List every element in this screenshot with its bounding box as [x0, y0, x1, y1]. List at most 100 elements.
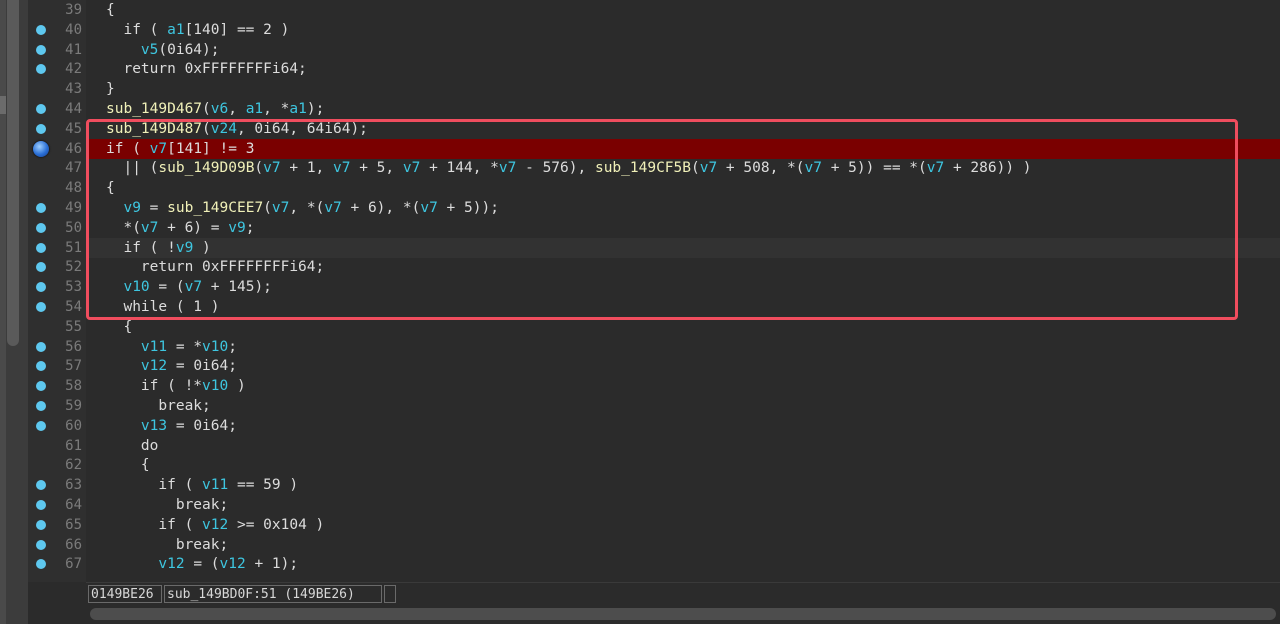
code-line[interactable]: sub_149D467(v6, a1, *a1);: [86, 99, 1280, 119]
code-variable: v7: [498, 160, 517, 177]
code-line[interactable]: do: [86, 436, 1280, 456]
horizontal-scroll-thumb[interactable]: [90, 608, 1276, 620]
code-text: + 144, *: [420, 160, 499, 177]
code-text: + 6) =: [158, 219, 229, 236]
code-line[interactable]: return 0xFFFFFFFFi64;: [86, 257, 1280, 277]
code-line[interactable]: v13 = 0i64;: [86, 416, 1280, 436]
code-text: = 0i64;: [167, 417, 237, 434]
code-line[interactable]: *(v7 + 6) = v9;: [86, 218, 1280, 238]
code-line-highlighted[interactable]: if ( v7[141] != 3: [86, 138, 1280, 159]
code-text: + 1);: [245, 556, 299, 573]
code-text: + 508, *(: [717, 160, 805, 177]
breakpoint-dot-icon[interactable]: [36, 242, 46, 253]
code-text: *(: [106, 219, 141, 236]
code-text: ): [193, 239, 211, 256]
code-text: || (: [106, 160, 159, 177]
code-variable: v10: [123, 279, 150, 296]
code-line[interactable]: if ( v12 >= 0x104 ): [86, 515, 1280, 535]
code-variable: v10: [202, 378, 229, 395]
breakpoint-dot-icon[interactable]: [36, 222, 46, 233]
line-number-gutter[interactable]: 39 40 41 42 43 44 45 46 47 48 49 50 51 52 53 54 55 56 57 58…: [28, 0, 86, 582]
code-line[interactable]: if ( v11 == 59 ): [86, 475, 1280, 495]
breakpoint-dot-icon[interactable]: [36, 104, 46, 114]
breakpoint-dot-icon[interactable]: [36, 539, 46, 550]
status-address: 0149BE26: [88, 585, 162, 603]
code-line[interactable]: {: [86, 455, 1280, 475]
code-line[interactable]: }: [86, 79, 1280, 99]
breakpoint-dot-icon[interactable]: [36, 519, 46, 530]
code-variable: v11: [140, 338, 168, 355]
code-variable: a1: [245, 101, 264, 117]
code-line[interactable]: {: [86, 178, 1280, 198]
code-line[interactable]: {: [86, 0, 1280, 20]
code-text: + 6), *(: [341, 200, 421, 216]
breakpoint-dot-icon[interactable]: [36, 44, 46, 55]
code-variable: a1: [167, 21, 185, 38]
status-bar: 0149BE26 sub_149BD0F:51 (149BE26): [86, 582, 1280, 605]
code-line[interactable]: || (sub_149D09B(v7 + 1, v7 + 5, v7 + 144…: [86, 158, 1280, 178]
pseudocode-view[interactable]: { if ( a1[140] == 2 ) v5(0i64); return 0…: [86, 0, 1280, 582]
code-line[interactable]: v10 = (v7 + 145);: [86, 277, 1280, 297]
code-line[interactable]: v11 = *v10;: [86, 337, 1280, 357]
left-scroll-track: [0, 0, 6, 624]
code-variable: v7: [420, 200, 438, 216]
breakpoint-dot-icon[interactable]: [36, 500, 46, 510]
breakpoint-dot-icon[interactable]: [36, 123, 46, 134]
code-text: break;: [106, 398, 211, 414]
code-line[interactable]: sub_149D487(v24, 0i64, 64i64);: [86, 119, 1280, 139]
code-function-name: sub_149D09B: [158, 160, 255, 177]
code-text: return 0xFFFFFFFFi64;: [106, 61, 307, 78]
line-number: 62: [65, 457, 82, 474]
code-line[interactable]: v9 = sub_149CEE7(v7, *(v7 + 6), *(v7 + 5…: [86, 198, 1280, 218]
code-variable: v9: [228, 219, 246, 236]
code-text: , *: [263, 101, 290, 117]
code-text: if (: [106, 21, 168, 38]
breakpoint-dot-icon[interactable]: [36, 302, 46, 312]
code-text: = 0i64;: [167, 358, 237, 375]
code-line[interactable]: if ( !v9 ): [86, 237, 1280, 258]
code-line[interactable]: return 0xFFFFFFFFi64;: [86, 59, 1280, 79]
code-text: break;: [106, 497, 229, 513]
code-text: ,: [228, 101, 246, 117]
code-line[interactable]: break;: [86, 535, 1280, 555]
breakpoint-dot-icon[interactable]: [36, 420, 46, 431]
line-number: 43: [65, 81, 82, 98]
code-line[interactable]: v12 = (v12 + 1);: [86, 554, 1280, 574]
code-line[interactable]: break;: [86, 495, 1280, 515]
breakpoint-dot-icon[interactable]: [36, 401, 46, 411]
code-line[interactable]: v5(0i64);: [86, 40, 1280, 60]
code-line[interactable]: break;: [86, 396, 1280, 416]
code-line[interactable]: v12 = 0i64;: [86, 356, 1280, 376]
code-text: if (: [106, 477, 203, 494]
breakpoint-dot-icon[interactable]: [36, 341, 46, 352]
code-line[interactable]: {: [86, 317, 1280, 337]
code-line[interactable]: while ( 1 ): [86, 297, 1280, 317]
code-variable: v12: [158, 556, 185, 573]
code-variable: v10: [202, 338, 229, 355]
code-line[interactable]: if ( a1[140] == 2 ): [86, 20, 1280, 40]
code-text: = (: [149, 279, 185, 296]
breakpoint-dot-icon[interactable]: [36, 203, 46, 213]
code-line[interactable]: if ( !*v10 ): [86, 376, 1280, 396]
code-text: {: [106, 2, 115, 18]
left-scroll-thumb[interactable]: [7, 0, 19, 346]
code-text: break;: [106, 536, 229, 553]
code-variable: v7: [263, 160, 281, 177]
code-text: (: [691, 160, 700, 177]
line-number: 39: [65, 2, 82, 18]
left-scrollbar[interactable]: [0, 0, 28, 624]
code-text: while ( 1 ): [106, 299, 220, 315]
breakpoint-dot-icon[interactable]: [36, 24, 46, 35]
code-text: , 0i64, 64i64);: [236, 120, 368, 137]
current-execution-breakpoint-icon[interactable]: [33, 140, 49, 157]
code-text: + 5)) == *(: [821, 160, 927, 177]
code-text: = *: [167, 338, 203, 355]
horizontal-scrollbar[interactable]: [86, 604, 1280, 624]
code-text: ;: [245, 219, 255, 236]
code-text: + 5));: [437, 200, 499, 216]
